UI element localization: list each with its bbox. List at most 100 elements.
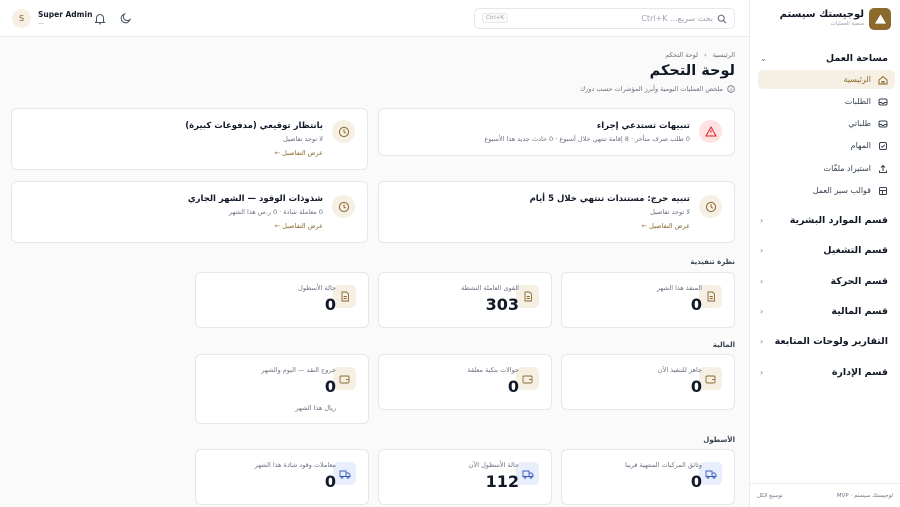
kpi-label: حالة الأسطول: [298, 284, 336, 292]
expand-all-button[interactable]: توسيع الكل: [757, 493, 783, 499]
alert-title: تنبيهات تستدعي إجراء: [596, 121, 690, 131]
section-label: قسم الموارد البشرية: [789, 214, 888, 226]
sidebar-item-import[interactable]: استيراد ملفّات: [758, 159, 895, 178]
kpi-card[interactable]: حالة الأسطول الآن 112: [378, 449, 552, 505]
sidebar-section-operations[interactable]: قسم التشغيل ‹: [760, 240, 888, 260]
page-subtitle-text: ملخص العمليات اليومية وأبرز المؤشرات حسب…: [579, 85, 723, 93]
sidebar-section-admin[interactable]: قسم الإدارة ‹: [760, 362, 888, 382]
section-title-fleet: الأسطول: [703, 436, 735, 444]
chevron-left-icon: ‹: [760, 367, 764, 377]
breadcrumb-current: لوحة التحكم: [665, 51, 698, 59]
sidebar-item-workflow-templates[interactable]: قوالب سير العمل: [758, 181, 895, 200]
kpi-label: حوالات بنكية معلقة: [467, 366, 520, 374]
document-icon: [516, 285, 539, 308]
alert-card-action-required[interactable]: تنبيهات تستدعي إجراء 0 طلب صرف متأخر · 8…: [378, 108, 735, 156]
section-label: التقارير ولوحات المتابعة: [774, 335, 888, 347]
clock-icon: [332, 195, 355, 218]
warning-icon: [699, 120, 722, 143]
truck-icon: [516, 462, 539, 485]
sidebar-item-my-requests[interactable]: طلباتي: [758, 114, 895, 133]
alert-card-fuel-anomalies[interactable]: شذوذات الوقود — الشهر الجاري 0 معاملة شا…: [11, 181, 368, 243]
kpi-card[interactable]: وثائق المركبات المنتهية قريبا 0: [561, 449, 735, 505]
bell-icon[interactable]: [94, 12, 106, 25]
sidebar-section-finance[interactable]: قسم المالية ‹: [760, 301, 888, 321]
breadcrumb-home[interactable]: الرئيسية: [713, 51, 735, 59]
inbox-icon: [871, 97, 895, 107]
chevron-down-icon: ⌄: [760, 53, 767, 63]
inbox-icon: [871, 119, 895, 129]
template-icon: [871, 186, 895, 196]
view-details-link[interactable]: عرض التفاصيل ←: [275, 149, 323, 157]
kpi-card[interactable]: حالة الأسطول 0: [195, 272, 369, 328]
kpi-value: 0: [324, 295, 336, 314]
kpi-card[interactable]: معاملات وقود شاذة هذا الشهر 0: [195, 449, 369, 505]
wallet-icon: [333, 367, 356, 390]
chevron-left-icon: ‹: [760, 306, 764, 316]
kpi-label: معاملات وقود شاذة هذا الشهر: [254, 461, 336, 469]
view-details-link[interactable]: عرض التفاصيل ←: [642, 222, 690, 230]
sidebar-item-label: الطلبات: [844, 97, 871, 106]
clock-icon: [699, 195, 722, 218]
user-name: Super Admin: [38, 10, 93, 19]
truck-icon: [699, 462, 722, 485]
section-title-finance: المالية: [712, 341, 735, 349]
kpi-card[interactable]: خروج النقد — اليوم والشهر 0 ريال هذا الش…: [195, 354, 369, 424]
document-icon: [333, 285, 356, 308]
sidebar-item-label: استيراد ملفّات: [823, 164, 871, 173]
chevron-left-icon: ‹: [760, 215, 764, 225]
kpi-value: 0: [507, 377, 519, 396]
breadcrumb: الرئيسية › لوحة التحكم: [665, 51, 735, 59]
page-subtitle: ملخص العمليات اليومية وأبرز المؤشرات حسب…: [580, 85, 735, 93]
kpi-card[interactable]: جاهز للتنفيذ الآن 0: [561, 354, 735, 410]
kpi-card[interactable]: القوى العاملة النشطة 303: [378, 272, 552, 328]
alert-description: لا توجد تفاصيل: [650, 208, 690, 216]
triangle-logo-icon: [874, 14, 886, 24]
sidebar-footer: لوجيستك سيستم · MVP توسيع الكل: [750, 483, 900, 507]
section-label: قسم التشغيل: [823, 244, 888, 256]
kpi-label: القوى العاملة النشطة: [460, 284, 519, 292]
kpi-value: 0: [690, 295, 702, 314]
alert-description: 0 طلب صرف متأخر · 8 إقامة تنتهي خلال أسب…: [484, 135, 690, 143]
upload-icon: [871, 164, 895, 174]
wallet-icon: [516, 367, 539, 390]
kpi-card[interactable]: المنفذ هذا الشهر 0: [561, 272, 735, 328]
sidebar-section-hr[interactable]: قسم الموارد البشرية ‹: [760, 210, 888, 230]
kpi-label: خروج النقد — اليوم والشهر: [261, 366, 336, 374]
brand-logo[interactable]: [869, 8, 891, 30]
alert-title: شذوذات الوقود — الشهر الجاري: [187, 194, 323, 204]
sidebar-section-movement[interactable]: قسم الحركة ‹: [760, 271, 888, 291]
sidebar-item-home[interactable]: الرئيسية: [758, 70, 895, 89]
kpi-value: 0: [324, 472, 336, 491]
alert-card-expiring-documents[interactable]: تنبيه حرج: مستندات تنتهي خلال 5 أيام لا …: [378, 181, 735, 243]
chevron-left-icon: ‹: [760, 276, 764, 286]
sidebar-workspace-header[interactable]: مساحة العمل ⌄: [760, 48, 888, 68]
search-shortcut-badge: Ctrl+K: [482, 13, 509, 23]
topbar: Ctrl+K S Super Admin —: [0, 0, 749, 37]
kpi-label: المنفذ هذا الشهر: [656, 284, 702, 292]
search-box[interactable]: Ctrl+K: [474, 8, 735, 29]
sidebar-item-tasks[interactable]: المهام: [758, 136, 895, 155]
document-icon: [699, 285, 722, 308]
sidebar-section-reports[interactable]: التقارير ولوحات المتابعة ‹: [760, 331, 888, 351]
info-icon: [727, 85, 735, 93]
kpi-card[interactable]: حوالات بنكية معلقة 0: [378, 354, 552, 410]
alert-description: لا توجد تفاصيل: [283, 135, 323, 143]
sidebar-item-requests[interactable]: الطلبات: [758, 92, 895, 111]
chevron-left-icon: ‹: [760, 336, 764, 346]
section-label: قسم الإدارة: [831, 366, 888, 378]
alert-card-pending-signature[interactable]: بانتظار توقيعي (مدفوعات كبيرة) لا توجد ت…: [11, 108, 368, 170]
view-details-link[interactable]: عرض التفاصيل ←: [275, 222, 323, 230]
checkbox-icon: [871, 141, 895, 151]
kpi-value: 0: [324, 377, 336, 396]
alert-description: 0 معاملة شاذة · 0 ر.س هذا الشهر: [228, 208, 323, 216]
search-input[interactable]: [563, 14, 713, 23]
kpi-value: 0: [690, 377, 702, 396]
home-icon: [871, 75, 895, 85]
kpi-value: 112: [485, 472, 519, 491]
footer-version: لوجيستك سيستم · MVP: [836, 492, 893, 499]
avatar[interactable]: S: [12, 9, 31, 28]
sidebar-item-label: المهام: [850, 141, 871, 150]
truck-icon: [333, 462, 356, 485]
kpi-label: وثائق المركبات المنتهية قريبا: [625, 461, 702, 469]
moon-icon[interactable]: [120, 12, 132, 24]
